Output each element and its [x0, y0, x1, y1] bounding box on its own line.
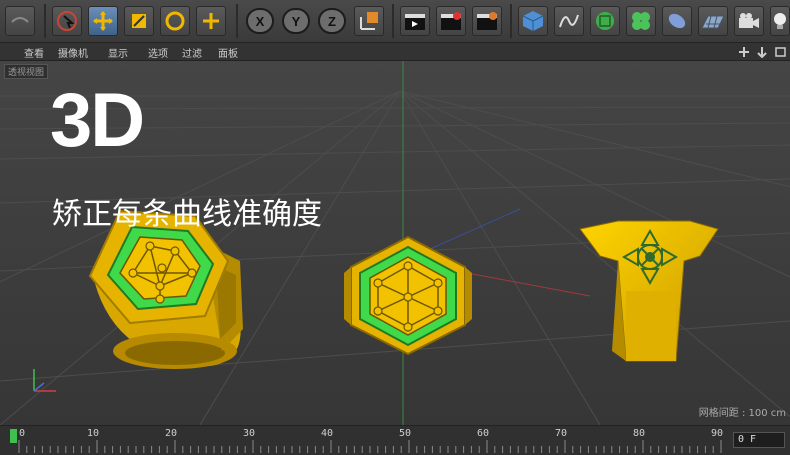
capsule-icon	[668, 13, 686, 29]
light-bulb-icon	[774, 13, 786, 29]
grid-spacing-readout: 网格间距 : 100 cm	[698, 408, 786, 419]
tick-label: 0	[19, 428, 26, 439]
cube-icon	[522, 11, 544, 31]
clapper-gear-icon	[477, 12, 497, 30]
cursor-icon	[57, 11, 77, 31]
main-toolbar: X Y Z	[0, 0, 790, 43]
scale-tool-button[interactable]	[124, 6, 154, 36]
camera-icon	[739, 13, 759, 28]
spline-icon	[559, 14, 579, 28]
menu-panel[interactable]: 面板	[218, 45, 238, 60]
move-tool-button[interactable]	[88, 6, 118, 36]
render-settings-button[interactable]	[472, 6, 502, 36]
timeline-ruler[interactable]	[0, 426, 730, 454]
undo-button[interactable]	[5, 6, 35, 36]
headline-subtitle: 矫正每条曲线准确度	[52, 197, 322, 232]
render-view-button[interactable]	[400, 6, 430, 36]
current-frame-field[interactable]: 0 F	[733, 432, 785, 448]
axis-y-toggle[interactable]: Y	[282, 8, 310, 34]
transform-tool-button[interactable]	[196, 6, 226, 36]
toolbar-separator	[236, 4, 238, 38]
tick-label: 60	[477, 428, 490, 439]
timeline-playhead[interactable]	[10, 429, 17, 443]
toolbar-separator	[44, 4, 46, 38]
menu-filter[interactable]: 过滤	[182, 45, 202, 60]
axis-z-toggle[interactable]: Z	[318, 8, 346, 34]
light-object-button[interactable]	[770, 6, 790, 36]
floor-object-button[interactable]	[698, 6, 728, 36]
menu-options[interactable]: 选项	[148, 45, 168, 60]
render-picture-viewer-button[interactable]	[436, 6, 466, 36]
axis-x-toggle[interactable]: X	[246, 8, 274, 34]
tick-label: 90	[711, 428, 724, 439]
coordinate-system-button[interactable]	[354, 6, 384, 36]
deformer-button[interactable]	[662, 6, 692, 36]
animation-timeline[interactable]: 0 10 20 30 40 50 60 70 80 90 0 F	[0, 425, 790, 455]
tick-label: 50	[399, 428, 412, 439]
toolbar-separator	[392, 4, 394, 38]
viewport-menubar: 查看 摄像机 显示 选项 过滤 面板	[0, 43, 790, 61]
rotate-icon	[165, 11, 185, 31]
menu-display[interactable]: 显示	[108, 45, 128, 60]
cloner-icon	[632, 12, 650, 30]
clapper-render-icon	[441, 12, 461, 30]
tick-label: 30	[243, 428, 256, 439]
perspective-viewport[interactable]: 透视视图 3D 矫正每条曲线准确度 网格间距 : 100 cm	[0, 61, 790, 425]
tick-label: 10	[87, 428, 100, 439]
crosshair-icon	[203, 13, 219, 29]
menu-view[interactable]: 查看	[24, 45, 44, 60]
undo-icon	[11, 17, 29, 23]
tick-label: 20	[165, 428, 178, 439]
select-tool-button[interactable]	[52, 6, 82, 36]
camera-object-button[interactable]	[734, 6, 764, 36]
headline-3d: 3D	[50, 78, 145, 163]
floor-grid-icon	[701, 15, 725, 29]
menu-cameras[interactable]: 摄像机	[58, 45, 88, 60]
scale-icon	[132, 14, 146, 28]
spline-pen-button[interactable]	[554, 6, 584, 36]
tick-label: 70	[555, 428, 568, 439]
tick-label: 80	[633, 428, 646, 439]
viewport-nav-icons[interactable]	[738, 46, 788, 58]
subdivision-surface-button[interactable]	[590, 6, 620, 36]
rotate-tool-button[interactable]	[160, 6, 190, 36]
cube-primitive-button[interactable]	[518, 6, 548, 36]
tick-label: 40	[321, 428, 334, 439]
subdivision-icon	[596, 12, 614, 30]
view-name-label: 透视视图	[4, 64, 49, 79]
clapper-icon	[405, 14, 425, 30]
move-icon	[93, 11, 113, 31]
cloner-button[interactable]	[626, 6, 656, 36]
world-axis-icon	[360, 12, 378, 30]
toolbar-separator	[510, 4, 512, 38]
